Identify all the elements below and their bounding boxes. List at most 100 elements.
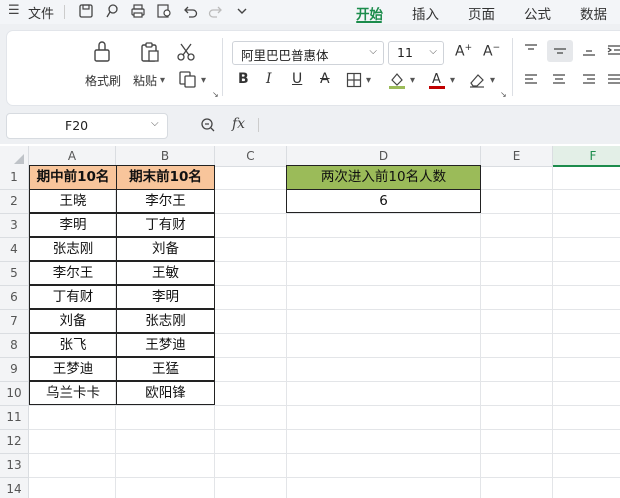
zoom-search-icon[interactable] — [200, 117, 216, 133]
table-cell[interactable]: 李明 — [29, 213, 117, 237]
borders-icon[interactable] — [346, 72, 362, 88]
table-cell[interactable]: 乌兰卡卡 — [29, 381, 117, 405]
select-all-corner[interactable] — [0, 146, 29, 167]
align-right-icon[interactable] — [580, 72, 598, 88]
clipboard-group-expand-icon[interactable]: ↘ — [212, 90, 219, 99]
summary-value-cell-d2[interactable]: 6 — [286, 189, 481, 213]
row-header[interactable]: 4 — [0, 238, 29, 262]
increase-font-size-icon[interactable]: A+ — [455, 43, 472, 60]
table-cell[interactable]: 丁有财 — [29, 285, 117, 309]
divider — [258, 118, 259, 132]
tab-page[interactable]: 页面 — [468, 3, 495, 23]
table-cell[interactable]: 张志刚 — [116, 309, 215, 333]
chevron-down-icon[interactable]: ⌵ — [151, 118, 159, 129]
print-icon[interactable] — [130, 2, 146, 20]
undo-icon[interactable] — [182, 2, 198, 20]
paste-label[interactable]: 粘贴 — [133, 72, 157, 89]
strikethrough-icon[interactable]: A — [320, 71, 330, 87]
spreadsheet-grid[interactable]: A B C D E F 1 2 3 4 5 6 7 8 9 10 11 12 1… — [0, 146, 620, 498]
cut-icon[interactable] — [176, 42, 196, 62]
copy-icon[interactable] — [178, 70, 198, 88]
row-header[interactable]: 3 — [0, 214, 29, 238]
table-cell[interactable]: 李尔王 — [29, 261, 117, 285]
font-name-select[interactable]: 阿里巴巴普惠体 ⌵ — [232, 41, 384, 65]
column-header-b[interactable]: B — [116, 146, 215, 167]
decrease-font-size-icon[interactable]: A− — [483, 43, 500, 60]
table-cell[interactable]: 丁有财 — [116, 213, 215, 237]
copy-dropdown-caret-icon[interactable]: ▾ — [201, 75, 206, 86]
row-header[interactable]: 5 — [0, 262, 29, 286]
format-painter-icon[interactable] — [90, 40, 114, 64]
row-header[interactable]: 1 — [0, 166, 29, 190]
tab-insert[interactable]: 插入 — [412, 3, 439, 23]
export-icon[interactable] — [104, 2, 120, 20]
chevron-down-icon[interactable] — [234, 2, 250, 20]
row-header[interactable]: 8 — [0, 334, 29, 358]
font-color-dropdown-caret-icon[interactable]: ▾ — [450, 75, 455, 86]
paste-icon[interactable] — [138, 40, 162, 64]
table-cell[interactable]: 王猛 — [116, 357, 215, 381]
row-header[interactable]: 14 — [0, 478, 29, 498]
table-cell[interactable]: 刘备 — [116, 237, 215, 261]
table-cell[interactable]: 张志刚 — [29, 237, 117, 261]
align-center-icon[interactable] — [550, 72, 568, 88]
align-top-icon[interactable] — [522, 42, 540, 58]
fill-color-icon[interactable] — [388, 70, 406, 90]
fill-color-dropdown-caret-icon[interactable]: ▾ — [410, 75, 415, 86]
indent-icon[interactable] — [606, 42, 620, 58]
italic-icon[interactable]: I — [266, 71, 272, 87]
table-header-cell-a1[interactable]: 期中前10名 — [29, 165, 117, 190]
bold-icon[interactable]: B — [238, 71, 249, 87]
cell-reference: F20 — [65, 118, 89, 133]
table-cell[interactable]: 王敏 — [116, 261, 215, 285]
column-header-a[interactable]: A — [29, 146, 116, 167]
format-painter-label[interactable]: 格式刷 — [85, 72, 121, 89]
row-header[interactable]: 11 — [0, 406, 29, 430]
align-bottom-icon[interactable] — [580, 42, 598, 58]
font-group-expand-icon[interactable]: ↘ — [500, 90, 507, 99]
table-cell[interactable]: 欧阳锋 — [116, 381, 215, 405]
font-size-select[interactable]: 11 ⌵ — [388, 41, 444, 65]
table-cell[interactable]: 李尔王 — [116, 189, 215, 213]
column-header-c[interactable]: C — [215, 146, 287, 167]
column-header-f[interactable]: F — [553, 146, 620, 167]
underline-icon[interactable]: U — [292, 71, 302, 87]
clear-format-eraser-icon[interactable] — [468, 71, 486, 89]
file-menu[interactable]: 文件 — [28, 3, 54, 22]
row-header[interactable]: 7 — [0, 310, 29, 334]
table-cell[interactable]: 张飞 — [29, 333, 117, 357]
table-cell[interactable]: 王梦迪 — [29, 357, 117, 381]
summary-header-cell-d1[interactable]: 两次进入前10名人数 — [286, 165, 481, 190]
font-color-icon[interactable]: A — [428, 70, 446, 90]
row-header[interactable]: 10 — [0, 382, 29, 406]
hamburger-menu-icon[interactable]: ☰ — [8, 3, 20, 18]
table-cell[interactable]: 刘备 — [29, 309, 117, 333]
distributed-align-icon[interactable] — [606, 72, 620, 88]
align-middle-button[interactable] — [547, 40, 573, 62]
table-cell[interactable]: 王晓 — [29, 189, 117, 213]
formula-input[interactable] — [262, 113, 620, 137]
row-header[interactable]: 6 — [0, 286, 29, 310]
borders-dropdown-caret-icon[interactable]: ▾ — [366, 75, 371, 86]
redo-icon[interactable] — [208, 2, 224, 20]
table-cell[interactable]: 王梦迪 — [116, 333, 215, 357]
tab-formulas[interactable]: 公式 — [524, 3, 551, 23]
column-header-d[interactable]: D — [287, 146, 481, 167]
row-header[interactable]: 9 — [0, 358, 29, 382]
clear-dropdown-caret-icon[interactable]: ▾ — [490, 75, 495, 86]
save-icon[interactable] — [78, 2, 94, 20]
insert-function-fx-icon[interactable]: fx — [232, 116, 245, 132]
align-left-icon[interactable] — [522, 72, 540, 88]
column-header-e[interactable]: E — [481, 146, 553, 167]
row-header[interactable]: 13 — [0, 454, 29, 478]
tab-home[interactable]: 开始 — [356, 3, 383, 23]
table-header-cell-b1[interactable]: 期末前10名 — [116, 165, 215, 190]
name-box[interactable]: F20 ⌵ — [6, 113, 168, 139]
tab-data[interactable]: 数据 — [580, 3, 607, 23]
row-header[interactable]: 2 — [0, 190, 29, 214]
row-header[interactable]: 12 — [0, 430, 29, 454]
paste-dropdown-caret-icon[interactable]: ▾ — [160, 75, 165, 86]
table-cell[interactable]: 李明 — [116, 285, 215, 309]
print-preview-icon[interactable] — [156, 2, 172, 20]
divider — [512, 38, 513, 96]
